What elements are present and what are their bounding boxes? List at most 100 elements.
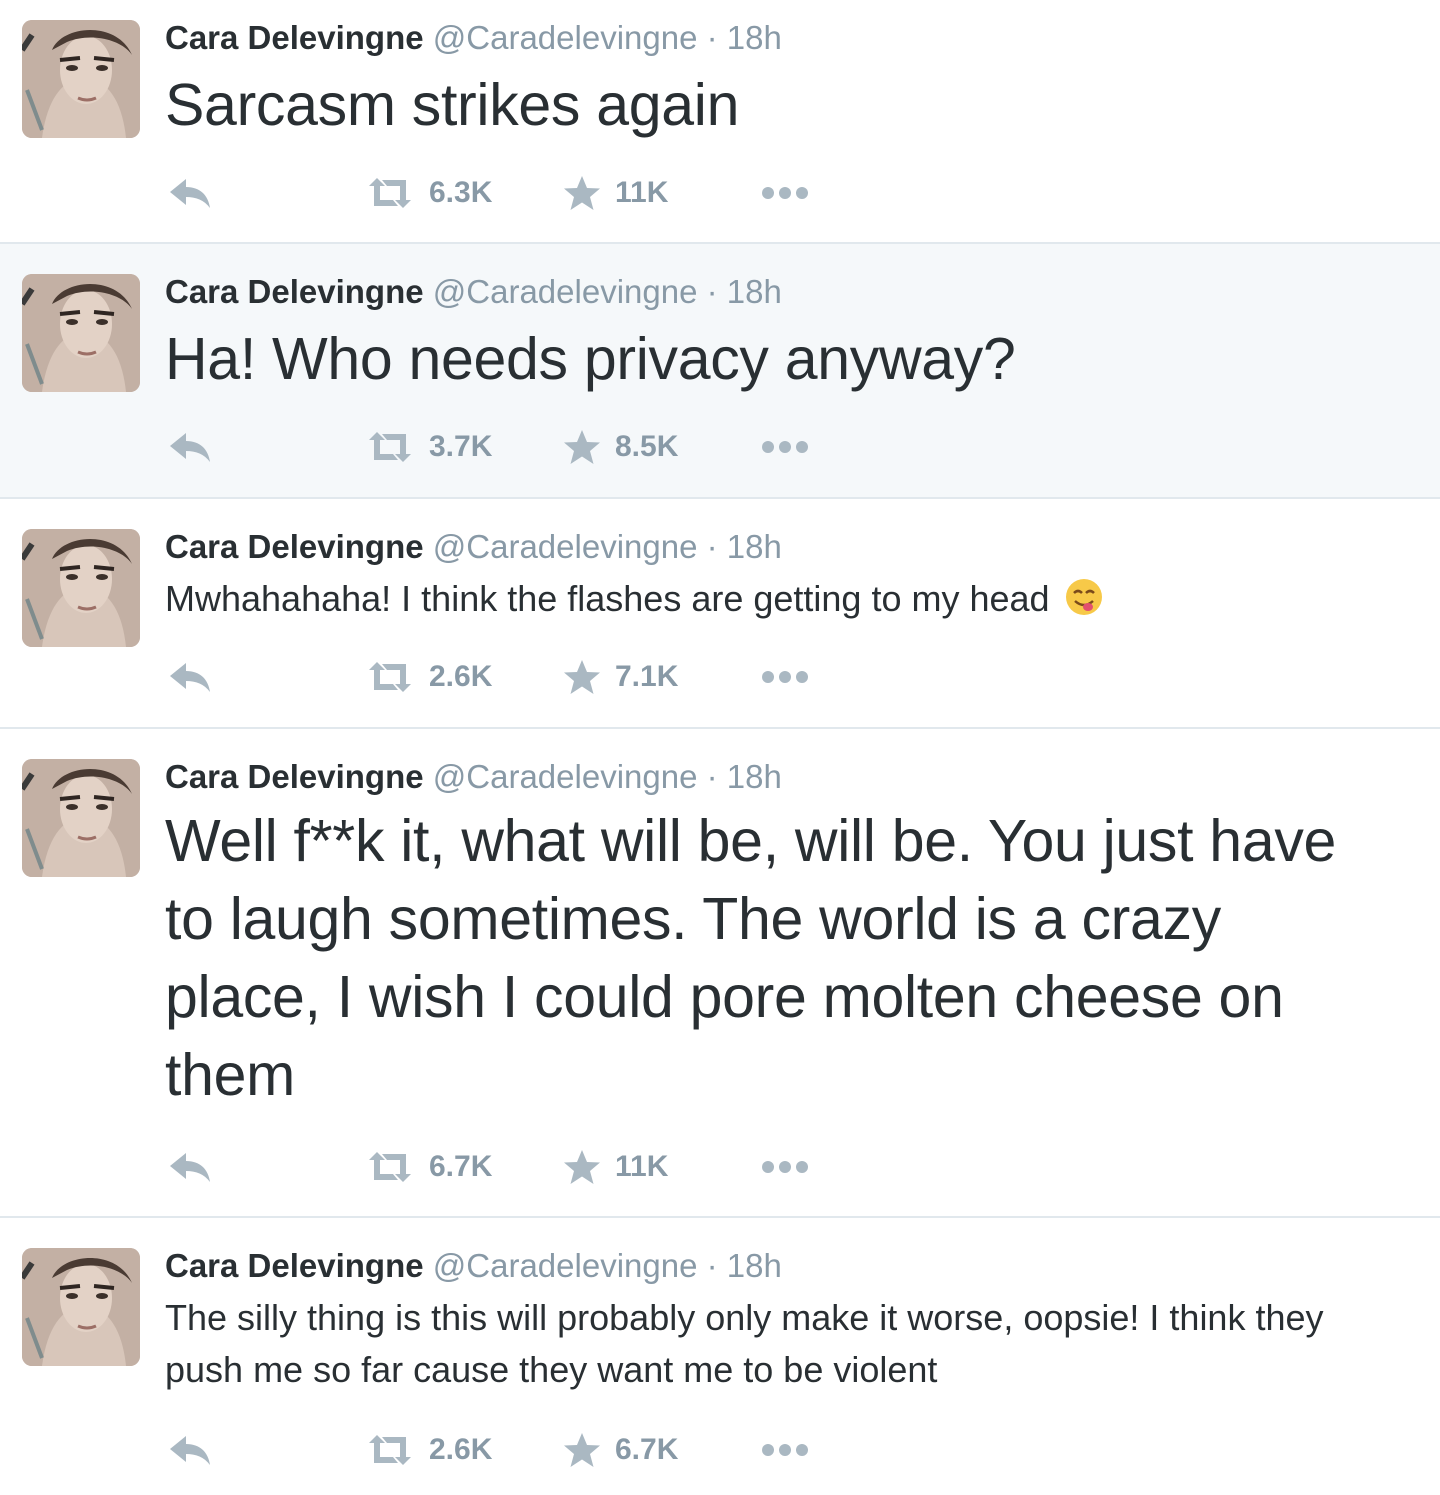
- avatar[interactable]: [22, 529, 140, 647]
- favorite-button[interactable]: 6.7K: [563, 1430, 678, 1470]
- more-icon: [762, 441, 808, 453]
- reply-button[interactable]: [168, 657, 212, 697]
- favorite-count: 6.7K: [615, 1433, 679, 1466]
- retweet-button[interactable]: 2.6K: [365, 1430, 492, 1470]
- user-handle[interactable]: @Caradelevingne: [433, 273, 698, 310]
- more-button[interactable]: [761, 1147, 809, 1187]
- more-icon: [762, 671, 808, 683]
- favorite-count: 11K: [615, 1150, 669, 1183]
- retweet-count: 2.6K: [429, 1433, 493, 1466]
- avatar[interactable]: [22, 274, 140, 392]
- avatar-image: [22, 274, 140, 392]
- user-name[interactable]: Cara Delevingne: [165, 19, 424, 56]
- more-icon: [762, 1161, 808, 1173]
- favorite-count: 7.1K: [615, 660, 679, 693]
- retweet-icon: [369, 178, 411, 208]
- tweet[interactable]: Cara Delevingne @Caradelevingne · 18h Sa…: [0, 0, 1440, 244]
- user-name[interactable]: Cara Delevingne: [165, 758, 424, 795]
- tweet-text: Mwhahahaha! I think the flashes are gett…: [165, 578, 1050, 619]
- tweet-actions: 2.6K 7.1K: [165, 657, 865, 697]
- more-button[interactable]: [761, 1430, 809, 1470]
- reply-button[interactable]: [168, 173, 212, 213]
- star-icon: [564, 660, 600, 694]
- tweet-timestamp[interactable]: 18h: [727, 528, 782, 565]
- retweet-button[interactable]: 2.6K: [365, 657, 492, 697]
- tweet-text: Well f**k it, what will be, will be. You…: [165, 808, 1353, 1108]
- avatar-image: [22, 1248, 140, 1366]
- tweet[interactable]: Cara Delevingne @Caradelevingne · 18h Ha…: [0, 244, 1440, 499]
- tweet-header: Cara Delevingne @Caradelevingne · 18h: [165, 527, 782, 567]
- tweet[interactable]: Cara Delevingne @Caradelevingne · 18h Th…: [0, 1218, 1440, 1495]
- tweet-text: Sarcasm strikes again: [165, 72, 740, 138]
- retweet-icon: [369, 432, 411, 462]
- retweet-icon: [369, 662, 411, 692]
- separator-dot: ·: [706, 528, 718, 565]
- favorite-button[interactable]: 11K: [563, 1147, 668, 1187]
- separator-dot: ·: [706, 273, 718, 310]
- favorite-button[interactable]: 8.5K: [563, 427, 678, 467]
- retweet-count: 6.3K: [429, 176, 493, 209]
- avatar[interactable]: [22, 759, 140, 877]
- retweet-count: 3.7K: [429, 430, 493, 463]
- tweet-text: Ha! Who needs privacy anyway?: [165, 326, 1016, 392]
- separator-dot: ·: [706, 1247, 718, 1284]
- savoring-food-emoji-icon: [1064, 577, 1104, 631]
- reply-icon: [170, 433, 210, 462]
- separator-dot: ·: [706, 19, 718, 56]
- tweet-timestamp[interactable]: 18h: [727, 1247, 782, 1284]
- more-button[interactable]: [761, 427, 809, 467]
- tweet-timestamp[interactable]: 18h: [727, 758, 782, 795]
- tweet-header: Cara Delevingne @Caradelevingne · 18h: [165, 1246, 782, 1286]
- user-name[interactable]: Cara Delevingne: [165, 273, 424, 310]
- avatar-image: [22, 759, 140, 877]
- star-icon: [564, 1150, 600, 1184]
- tweet-actions: 3.7K 8.5K: [165, 427, 865, 467]
- reply-icon: [170, 663, 210, 692]
- more-button[interactable]: [761, 657, 809, 697]
- avatar[interactable]: [22, 1248, 140, 1366]
- favorite-button[interactable]: 7.1K: [563, 657, 678, 697]
- retweet-button[interactable]: 3.7K: [365, 427, 492, 467]
- retweet-button[interactable]: 6.7K: [365, 1147, 492, 1187]
- user-handle[interactable]: @Caradelevingne: [433, 1247, 698, 1284]
- reply-icon: [170, 1153, 210, 1182]
- star-icon: [564, 430, 600, 464]
- user-handle[interactable]: @Caradelevingne: [433, 19, 698, 56]
- star-icon: [564, 1433, 600, 1467]
- tweet-header: Cara Delevingne @Caradelevingne · 18h: [165, 272, 782, 312]
- user-handle[interactable]: @Caradelevingne: [433, 528, 698, 565]
- reply-button[interactable]: [168, 1430, 212, 1470]
- tweet-actions: 6.3K 11K: [165, 173, 865, 213]
- favorite-button[interactable]: 11K: [563, 173, 668, 213]
- reply-icon: [170, 1436, 210, 1465]
- tweet-timestamp[interactable]: 18h: [727, 19, 782, 56]
- reply-button[interactable]: [168, 427, 212, 467]
- tweet-timestamp[interactable]: 18h: [727, 273, 782, 310]
- tweet-text-line: Mwhahahaha! I think the flashes are gett…: [165, 573, 1104, 631]
- reply-icon: [170, 179, 210, 208]
- favorite-count: 11K: [615, 176, 669, 209]
- reply-button[interactable]: [168, 1147, 212, 1187]
- tweet-timeline: Cara Delevingne @Caradelevingne · 18h Sa…: [0, 0, 1440, 1495]
- more-icon: [762, 1444, 808, 1456]
- favorite-count: 8.5K: [615, 430, 679, 463]
- user-handle[interactable]: @Caradelevingne: [433, 758, 698, 795]
- tweet[interactable]: Cara Delevingne @Caradelevingne · 18h We…: [0, 729, 1440, 1218]
- tweet[interactable]: Cara Delevingne @Caradelevingne · 18h Mw…: [0, 499, 1440, 729]
- user-name[interactable]: Cara Delevingne: [165, 528, 424, 565]
- tweet-header: Cara Delevingne @Caradelevingne · 18h: [165, 757, 782, 797]
- more-icon: [762, 187, 808, 199]
- user-name[interactable]: Cara Delevingne: [165, 1247, 424, 1284]
- tweet-actions: 2.6K 6.7K: [165, 1430, 865, 1470]
- tweet-actions: 6.7K 11K: [165, 1147, 865, 1187]
- more-button[interactable]: [761, 173, 809, 213]
- separator-dot: ·: [706, 758, 718, 795]
- retweet-icon: [369, 1152, 411, 1182]
- retweet-count: 2.6K: [429, 660, 493, 693]
- avatar[interactable]: [22, 20, 140, 138]
- star-icon: [564, 176, 600, 210]
- avatar-image: [22, 529, 140, 647]
- retweet-button[interactable]: 6.3K: [365, 173, 492, 213]
- avatar-image: [22, 20, 140, 138]
- retweet-count: 6.7K: [429, 1150, 493, 1183]
